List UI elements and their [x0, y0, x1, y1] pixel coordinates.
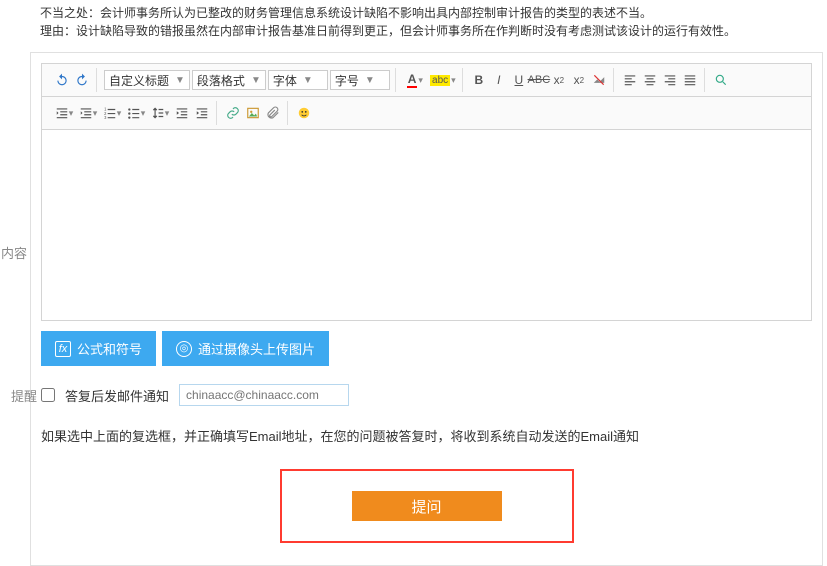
submit-button[interactable]: 提问 [352, 491, 502, 521]
font-family-label: 字体 [273, 72, 297, 89]
chevron-down-icon: ▼ [175, 75, 185, 86]
line-height-button[interactable]: ▾ [148, 103, 172, 123]
align-left-button[interactable] [620, 70, 640, 90]
font-size-select[interactable]: 字号 ▼ [330, 70, 390, 90]
strikethrough-button[interactable]: ABC [529, 70, 549, 90]
context-line-2: 理由：设计缺陷导致的错报虽然在内部审计报告基准日前得到更正，但会计师事务所在作判… [40, 22, 787, 40]
editor-toolbar-row1: 自定义标题 ▼ 段落格式 ▼ 字体 ▼ 字号 ▼ A [42, 64, 811, 97]
superscript-button[interactable]: x2 [549, 70, 569, 90]
formula-label: 公式和符号 [77, 339, 142, 358]
clear-format-button[interactable] [589, 70, 609, 90]
align-justify-button[interactable] [680, 70, 700, 90]
chevron-down-icon: ▼ [303, 75, 313, 86]
context-line-1: 不当之处：会计师事务所认为已整改的财务管理信息系统设计缺陷不影响出具内部控制审计… [40, 4, 787, 22]
formula-button[interactable]: fx 公式和符号 [41, 331, 156, 366]
email-input[interactable] [179, 384, 349, 406]
svg-text:3: 3 [104, 115, 107, 120]
italic-button[interactable]: I [489, 70, 509, 90]
editor-action-bar: fx 公式和符号 ◎ 通过摄像头上传图片 [41, 331, 812, 366]
custom-title-select[interactable]: 自定义标题 ▼ [104, 70, 190, 90]
reminder-row: 提醒 答复后发邮件通知 [41, 384, 812, 406]
redo-button[interactable] [72, 70, 92, 90]
camera-upload-label: 通过摄像头上传图片 [198, 339, 315, 358]
indent-decrease-button[interactable]: ▾ [52, 103, 76, 123]
search-button[interactable] [711, 70, 731, 90]
underline-button[interactable]: U [509, 70, 529, 90]
image-button[interactable] [243, 103, 263, 123]
emoji-button[interactable] [294, 103, 314, 123]
link-button[interactable] [223, 103, 243, 123]
align-right-button[interactable] [660, 70, 680, 90]
submit-highlight-box: 提问 [280, 469, 574, 543]
chevron-down-icon: ▼ [365, 75, 375, 86]
reminder-hint: 如果选中上面的复选框，并正确填写Email地址，在您的问题被答复时，将收到系统自… [41, 426, 812, 445]
indent-button[interactable] [192, 103, 212, 123]
formula-icon: fx [55, 341, 71, 357]
email-notify-checkbox[interactable] [41, 388, 55, 402]
font-color-button[interactable]: A ▾ [402, 70, 428, 90]
unordered-list-button[interactable]: ▾ [124, 103, 148, 123]
highlight-color-button[interactable]: abc ▾ [428, 70, 458, 90]
subscript-button[interactable]: x2 [569, 70, 589, 90]
paragraph-format-select[interactable]: 段落格式 ▼ [192, 70, 266, 90]
font-size-label: 字号 [335, 72, 359, 89]
context-text: 不当之处：会计师事务所认为已整改的财务管理信息系统设计缺陷不影响出具内部控制审计… [0, 0, 827, 46]
reminder-section-label: 提醒 [11, 386, 37, 405]
indent-increase-button[interactable]: ▾ [76, 103, 100, 123]
undo-button[interactable] [52, 70, 72, 90]
ordered-list-button[interactable]: 123 ▾ [100, 103, 124, 123]
attachment-button[interactable] [263, 103, 283, 123]
submit-area: 提问 [41, 469, 812, 555]
email-notify-label: 答复后发邮件通知 [65, 386, 169, 405]
rich-text-editor: 自定义标题 ▼ 段落格式 ▼ 字体 ▼ 字号 ▼ A [41, 63, 812, 321]
editor-toolbar-row2: ▾ ▾ 123 ▾ ▾ ▾ [42, 97, 811, 130]
align-center-button[interactable] [640, 70, 660, 90]
content-label: 内容 [1, 243, 27, 262]
editor-textarea[interactable] [42, 130, 811, 320]
chevron-down-icon: ▼ [251, 75, 261, 86]
main-panel: 内容 自定义标题 ▼ 段落格式 ▼ [30, 52, 823, 566]
paragraph-format-label: 段落格式 [197, 72, 245, 89]
font-family-select[interactable]: 字体 ▼ [268, 70, 328, 90]
custom-title-label: 自定义标题 [109, 72, 169, 89]
camera-icon: ◎ [176, 341, 192, 357]
outdent-button[interactable] [172, 103, 192, 123]
bold-button[interactable]: B [469, 70, 489, 90]
camera-upload-button[interactable]: ◎ 通过摄像头上传图片 [162, 331, 329, 366]
